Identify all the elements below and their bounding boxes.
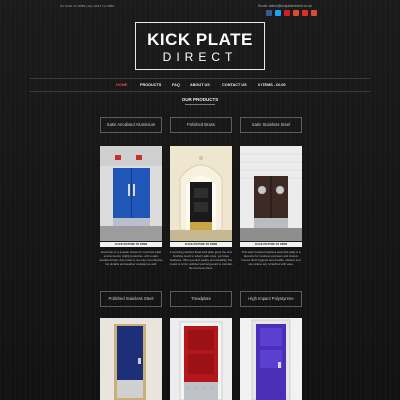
category-label-polished-stainless[interactable]: Polished Stainless Steel <box>100 291 162 307</box>
site-logo[interactable]: KICK PLATE DIRECT <box>135 22 265 70</box>
nav-contact[interactable]: CONTACT US <box>222 83 247 87</box>
product-image-red-door[interactable] <box>170 318 232 400</box>
phone-fax: Tel: 0161 7xx 5555 | Fax: 0161 7xx 5556 <box>60 4 114 8</box>
open-button-satin-stainless[interactable]: CLICK PICTURE TO OPEN <box>240 242 302 247</box>
product-image-blue-door[interactable] <box>100 146 162 241</box>
email-icon[interactable] <box>311 10 317 16</box>
nav-divider-bottom <box>30 91 370 92</box>
nav-products[interactable]: PRODUCTS <box>140 83 161 87</box>
section-title-underline <box>185 104 215 105</box>
main-nav: HOME PRODUCTS FAQ ABOUT US CONTACT US 0 … <box>0 80 400 90</box>
category-label-polished-brass[interactable]: Polished Brass <box>170 117 232 133</box>
nav-about[interactable]: ABOUT US <box>190 83 210 87</box>
category-label-high-impact[interactable]: High Impact Polystyrene <box>240 291 302 307</box>
product-description-satin-stainless: This satin brushed stainless steel kick … <box>241 250 301 266</box>
product-image-navy-door[interactable] <box>100 318 162 400</box>
social-links <box>266 10 317 16</box>
product-image-stainless-door[interactable] <box>240 146 302 241</box>
product-description-satin-aluminium: Aluminium is a popular choice for most k… <box>99 250 163 266</box>
twitter-icon[interactable] <box>275 10 281 16</box>
nav-divider-top <box>30 78 370 79</box>
pinterest-icon[interactable] <box>284 10 290 16</box>
open-button-polished-brass[interactable]: CLICK PICTURE TO OPEN <box>170 242 232 247</box>
category-label-treadplate[interactable]: Treadplate <box>170 291 232 307</box>
nav-basket[interactable]: 0 ITEMS - £0.00 <box>258 83 286 87</box>
category-label-satin-aluminium[interactable]: Satin Anodised Aluminium <box>100 117 162 133</box>
logo-line-1: KICK PLATE <box>147 30 253 49</box>
facebook-icon[interactable] <box>266 10 272 16</box>
nav-home[interactable]: HOME <box>116 83 127 87</box>
open-button-satin-aluminium[interactable]: CLICK PICTURE TO OPEN <box>100 242 162 247</box>
section-title: OUR PRODUCTS <box>181 97 219 102</box>
product-image-purple-door[interactable] <box>240 318 302 400</box>
product-image-black-door[interactable] <box>170 146 232 241</box>
category-label-satin-stainless[interactable]: Satin Stainless Steel <box>240 117 302 133</box>
product-description-polished-brass: A stunning polished brass kick plate giv… <box>169 250 233 270</box>
top-bar: Tel: 0161 7xx 5555 | Fax: 0161 7xx 5556 … <box>0 0 400 18</box>
youtube-icon[interactable] <box>302 10 308 16</box>
nav-faq[interactable]: FAQ <box>172 83 180 87</box>
google-plus-icon[interactable] <box>293 10 299 16</box>
email-link[interactable]: Email: sales@kickplatedirect.co.uk <box>258 4 312 8</box>
logo-line-2: DIRECT <box>162 50 238 64</box>
